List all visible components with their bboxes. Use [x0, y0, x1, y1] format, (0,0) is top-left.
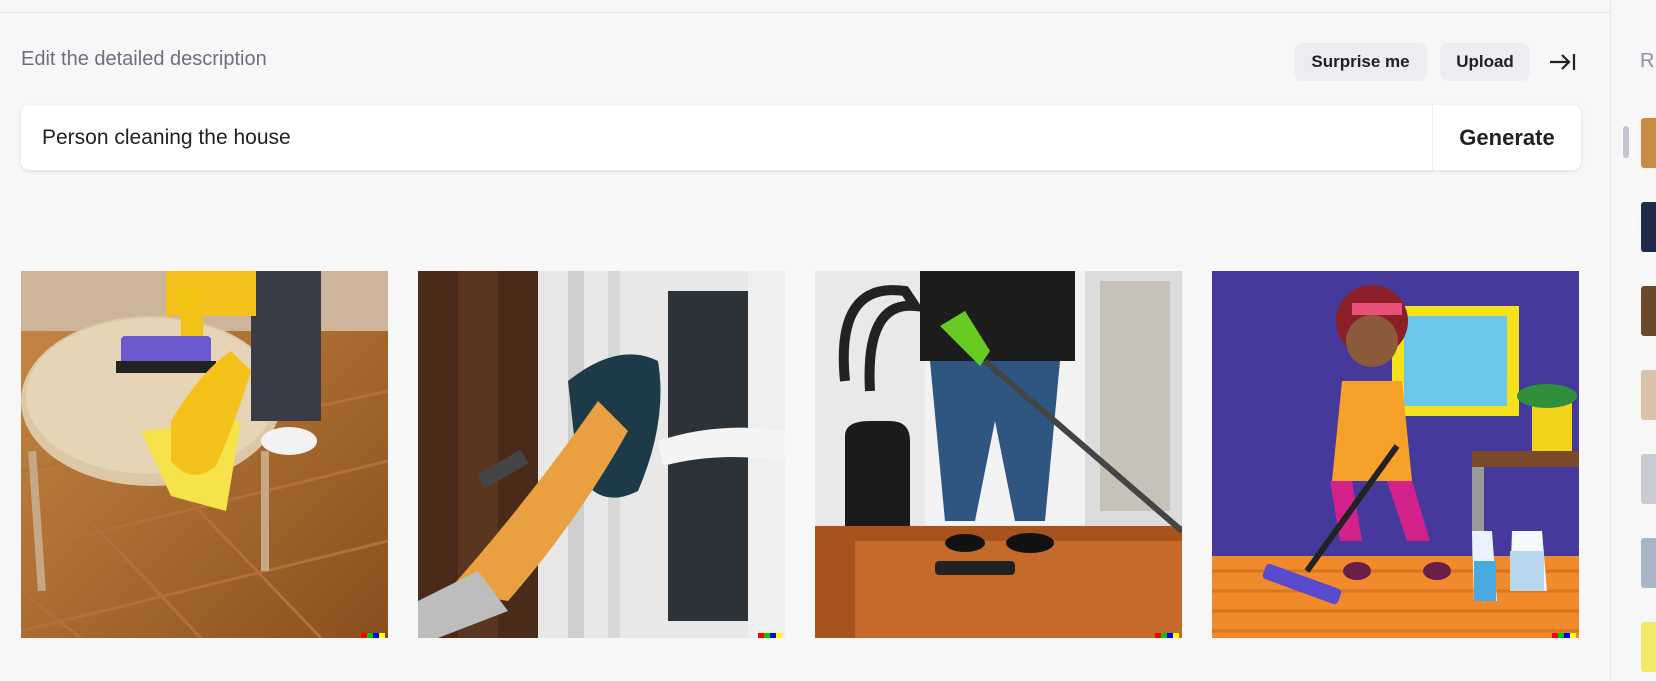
arrow-right-to-line-icon[interactable] [1548, 50, 1576, 74]
history-thumb-5[interactable] [1641, 454, 1656, 504]
history-thumb-2[interactable] [1641, 202, 1656, 252]
description-label: Edit the detailed description [21, 48, 267, 70]
history-thumb-3[interactable] [1641, 286, 1656, 336]
surprise-me-button[interactable]: Surprise me [1294, 43, 1427, 81]
history-thumb-1[interactable] [1641, 118, 1656, 168]
history-title: R [1640, 50, 1655, 72]
upload-button[interactable]: Upload [1440, 43, 1530, 81]
history-thumb-4[interactable] [1641, 370, 1656, 420]
sidebar-scrollbar[interactable] [1623, 126, 1629, 158]
prompt-input[interactable]: Person cleaning the house [21, 105, 1432, 170]
history-sidebar: R [1610, 0, 1656, 681]
top-divider [0, 0, 1610, 13]
result-image-1[interactable] [21, 271, 388, 638]
history-thumb-7[interactable] [1641, 622, 1656, 672]
prompt-bar: Person cleaning the house Generate [21, 105, 1581, 170]
result-image-3[interactable] [815, 271, 1182, 638]
result-image-2[interactable] [418, 271, 785, 638]
result-image-4[interactable] [1212, 271, 1579, 638]
history-thumb-6[interactable] [1641, 538, 1656, 588]
editor-panel: Edit the detailed description Surprise m… [0, 0, 1610, 681]
generate-button[interactable]: Generate [1432, 105, 1581, 170]
